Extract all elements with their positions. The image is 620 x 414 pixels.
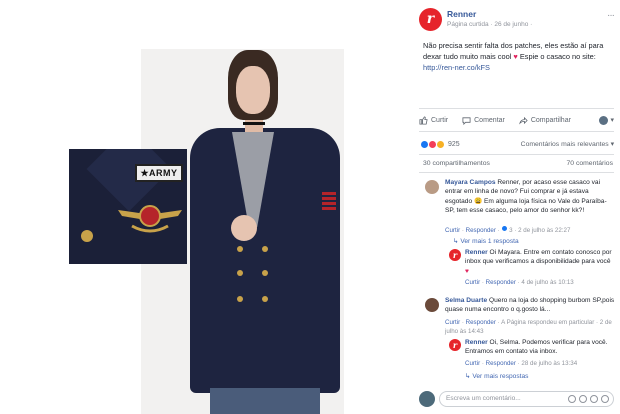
more-options-icon[interactable]: ··· [607,10,615,21]
reactions-row[interactable]: 925 Comentários mais relevantes ▾ [420,137,614,151]
inset-coat-button [81,230,93,242]
comment-reply-link[interactable]: Responder [486,279,516,286]
comment-like-link[interactable]: Curtir [465,360,480,367]
jeans [210,388,320,414]
comment-icon [462,116,471,125]
army-patch: ★ARMY [135,164,183,182]
audience-selector[interactable]: ▾ [599,115,614,125]
face [236,66,270,114]
avatar[interactable] [425,180,439,194]
avatar[interactable]: r [449,339,461,351]
chevron-patch [322,192,336,212]
divider [419,172,614,173]
coat-button [262,270,268,276]
comment-like-link[interactable]: Curtir [445,319,460,326]
post-header: r Renner Página curtida · 26 de junho · … [419,8,615,34]
comment-body: Renner Oi Mayara. Entre em contato conos… [465,248,615,276]
comment-reply-link[interactable]: Responder [486,360,516,367]
post-date[interactable]: 26 de junho [494,21,528,28]
coat-button [262,246,268,252]
heart-emoji-icon: ♥ [465,267,469,275]
coat-button [237,270,243,276]
composer-tools [568,395,609,403]
post-panel: r Renner Página curtida · 26 de junho · … [413,0,620,414]
like-label: Curtir [431,116,449,124]
hand [231,215,257,241]
action-bar: Curtir Comentar Compartilhar ▾ [419,112,614,128]
comment-text: Oi Mayara. Entre em contato conosco por … [465,249,612,266]
more-replies-label: Ver mais 1 resposta [460,238,519,245]
post-photo[interactable]: ★ARMY [0,0,413,414]
stats-row: 30 compartilhamentos 70 comentários [423,160,613,167]
comment-time[interactable]: 2 de julho às 22:27 [518,227,570,234]
post-text-part: Espie o casaco no site: [517,52,596,61]
comment-button[interactable]: Comentar [462,116,515,125]
avatar[interactable] [425,298,439,312]
comment-like-link[interactable]: Curtir [445,227,460,234]
commenter-name[interactable]: Renner [465,339,488,346]
view-more-replies[interactable]: ↳ Ver mais 1 resposta [453,237,519,245]
comment-time[interactable]: 4 de julho às 10:13 [521,279,573,286]
comment-input-placeholder: Escreva um comentário... [446,395,521,402]
comment-reply-link[interactable]: Responder [466,319,496,326]
view-more-replies[interactable]: ↳ Ver mais respostas [465,372,528,380]
coat-button [262,296,268,302]
comment-label: Comentar [474,116,505,124]
share-button[interactable]: Compartilhar [519,116,581,125]
comment-input[interactable]: Escreva um comentário... [439,391,614,407]
comment-body: Renner Oi, Selma. Podemos verificar para… [465,338,615,357]
more-replies-label: Ver mais respostas [472,373,529,380]
like-button[interactable]: Curtir [419,115,458,125]
coat-button [237,296,243,302]
wow-reaction-icon [436,139,445,149]
page-name-link[interactable]: Renner [447,9,476,19]
comment-actions: Curtir · Responder · 3 · 2 de julho às 2… [445,225,571,234]
divider [419,131,614,132]
avatar[interactable]: r [449,249,461,261]
post-text: Não precisa sentir falta dos patches, el… [423,40,613,73]
thumbs-up-icon [419,115,428,125]
reaction-count: 925 [448,140,460,148]
private-reply-note: A Página respondeu em particular [501,319,595,326]
comment-actions: Curtir · Responder · 4 de julho às 10:13 [465,279,574,286]
divider [419,154,614,155]
wings-patch-icon [118,205,182,233]
comment-actions: Curtir · Responder · 28 de julho às 13:3… [465,360,578,367]
comments-count[interactable]: 70 comentários [567,160,613,167]
page-avatar[interactable]: r [419,8,442,31]
divider [419,108,614,109]
current-user-avatar [419,391,435,407]
share-icon [519,116,528,125]
comment-time[interactable]: 28 de julho às 13:34 [521,360,577,367]
comment-actions: Curtir · Responder · A Página respondeu … [445,319,612,335]
chevron-down-icon: ▾ [610,117,614,124]
choker [243,122,265,125]
sticker-icon[interactable] [601,395,609,403]
post-meta: Página curtida · 26 de junho · [447,21,533,28]
shares-count[interactable]: 30 compartilhamentos [423,160,490,167]
emoji-icon[interactable] [568,395,576,403]
commenter-name[interactable]: Selma Duarte [445,297,487,304]
globe-icon [599,115,609,125]
visibility-label: Página curtida [447,21,489,28]
comment-body: Selma Duarte Quero na loja do shopping b… [445,296,615,315]
share-label: Compartilhar [530,116,571,124]
comment-composer: Escreva um comentário... [419,390,614,408]
commenter-name[interactable]: Mayara Campos [445,179,496,186]
coat-button [237,246,243,252]
camera-icon[interactable] [579,395,587,403]
product-link[interactable]: http://ren-ner.co/kFS [423,63,490,72]
comment-like-link[interactable]: Curtir [465,279,480,286]
gif-icon[interactable] [590,395,598,403]
comment-reply-link[interactable]: Responder [466,227,496,234]
like-reaction-icon [501,225,509,232]
comment-sort-dropdown[interactable]: Comentários mais relevantes ▾ [521,140,614,148]
commenter-name[interactable]: Renner [465,249,488,256]
comment-body: Mayara Campos Renner, por acaso esse cas… [445,178,615,215]
